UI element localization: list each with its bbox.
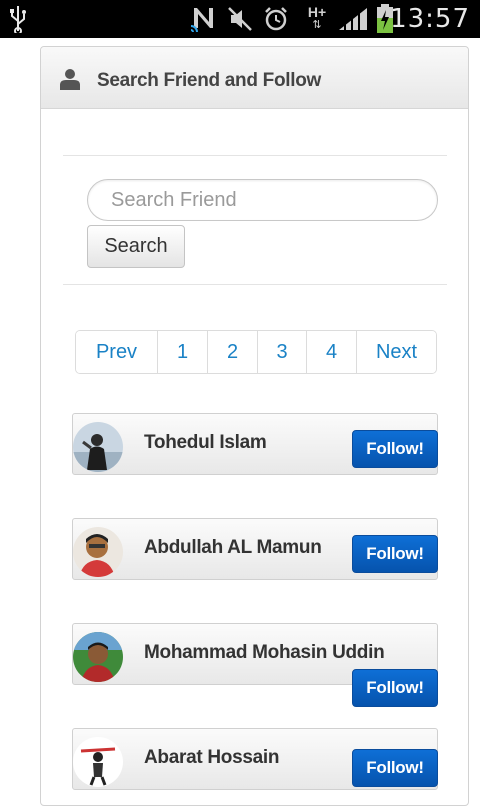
- network-type-label: H+: [307, 4, 327, 20]
- friend-row: Tohedul Islam Follow!: [72, 413, 438, 475]
- nfc-icon: [190, 0, 218, 38]
- user-icon: [59, 68, 81, 90]
- status-bar: H+ ⇅ 13:57: [0, 0, 480, 38]
- friend-name: Abarat Hossain: [144, 747, 280, 768]
- avatar: [73, 737, 123, 787]
- friend-name: Abdullah AL Mamun: [144, 537, 322, 558]
- search-friend-panel: Search Friend and Follow Search Prev 1 2…: [40, 46, 469, 806]
- page-prev-link[interactable]: Prev: [76, 331, 157, 373]
- avatar: [73, 632, 123, 682]
- divider: [63, 155, 447, 156]
- avatar: [73, 422, 123, 472]
- page-2-link[interactable]: 2: [207, 331, 257, 373]
- usb-icon: [6, 0, 30, 38]
- data-arrows-icon: ⇅: [312, 19, 322, 31]
- follow-button[interactable]: Follow!: [352, 669, 438, 707]
- search-button[interactable]: Search: [87, 225, 185, 268]
- page-4-link[interactable]: 4: [306, 331, 356, 373]
- page-1-link[interactable]: 1: [157, 331, 207, 373]
- follow-button[interactable]: Follow!: [352, 430, 438, 468]
- pagination: Prev 1 2 3 4 Next: [75, 330, 437, 374]
- search-input[interactable]: [87, 179, 438, 221]
- panel-title: Search Friend and Follow: [97, 70, 322, 91]
- friend-name: Tohedul Islam: [144, 432, 267, 453]
- friend-row: Abarat Hossain Follow!: [72, 728, 438, 790]
- page-3-link[interactable]: 3: [257, 331, 306, 373]
- avatar: [73, 527, 123, 577]
- mute-icon: [226, 0, 254, 38]
- friend-name: Mohammad Mohasin Uddin: [144, 642, 385, 663]
- panel-header: Search Friend and Follow: [41, 47, 468, 109]
- hplus-data-icon: H+ ⇅: [302, 0, 332, 38]
- friend-row: Mohammad Mohasin Uddin Follow!: [72, 623, 438, 707]
- alarm-icon: [262, 0, 290, 38]
- page-next-link[interactable]: Next: [356, 331, 436, 373]
- follow-button[interactable]: Follow!: [352, 749, 438, 787]
- signal-icon: [336, 0, 370, 38]
- friend-row: Abdullah AL Mamun Follow!: [72, 518, 438, 580]
- follow-button[interactable]: Follow!: [352, 535, 438, 573]
- divider: [63, 284, 447, 285]
- clock-time: 13:57: [390, 4, 470, 34]
